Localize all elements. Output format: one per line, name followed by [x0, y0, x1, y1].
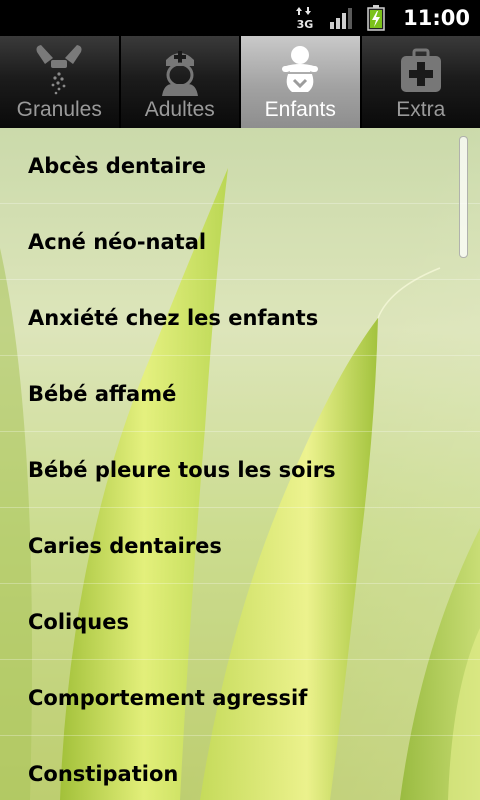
tab-adultes[interactable]: Adultes [121, 36, 241, 128]
list-item-label: Bébé affamé [28, 382, 177, 406]
list-item-label: Bébé pleure tous les soirs [28, 458, 336, 482]
tab-label: Granules [16, 98, 102, 121]
remedy-list: Abcès dentaire Acné néo-natal Anxiété ch… [0, 128, 480, 800]
data-transfer-icon: 3G [296, 7, 314, 31]
list-item-label: Acné néo-natal [28, 230, 207, 254]
list-item[interactable]: Acné néo-natal [0, 204, 480, 280]
first-aid-kit-icon [400, 48, 441, 92]
list-item[interactable]: Bébé affamé [0, 356, 480, 432]
pills-icon [36, 45, 82, 95]
tab-enfants[interactable]: Enfants [241, 36, 362, 128]
tab-extra[interactable]: Extra [362, 36, 480, 128]
tab-label: Enfants [264, 98, 336, 121]
baby-icon [282, 46, 319, 92]
list-item[interactable]: Abcès dentaire [0, 128, 480, 204]
list-item[interactable]: Caries dentaires [0, 508, 480, 584]
list-item-label: Comportement agressif [28, 686, 308, 710]
scrollbar[interactable] [459, 136, 468, 258]
list-item[interactable]: Bébé pleure tous les soirs [0, 432, 480, 508]
tab-label: Extra [396, 98, 446, 121]
status-time: 11:00 [403, 6, 470, 30]
list-item[interactable]: Comportement agressif [0, 660, 480, 736]
tab-granules[interactable]: Granules [0, 36, 121, 128]
tab-label: Adultes [144, 98, 215, 121]
list-item-label: Anxiété chez les enfants [28, 306, 319, 330]
tab-bar: Granules Adultes Enfants Extra [0, 36, 480, 128]
status-bar: 3G 11:00 [0, 0, 480, 36]
status-icons: 3G 11:00 [293, 0, 470, 36]
remedy-list-panel: Abcès dentaire Acné néo-natal Anxiété ch… [0, 128, 480, 800]
battery-charging-icon [367, 5, 385, 31]
app-screen: 3G 11:00 Granules Adultes Enfants Extra … [0, 0, 480, 800]
list-item-label: Caries dentaires [28, 534, 222, 558]
list-item-label: Constipation [28, 762, 179, 786]
list-item[interactable]: Anxiété chez les enfants [0, 280, 480, 356]
list-item[interactable]: Coliques [0, 584, 480, 660]
list-item[interactable]: Constipation [0, 736, 480, 800]
list-item-label: Coliques [28, 610, 129, 634]
list-item-label: Abcès dentaire [28, 154, 207, 178]
network-type-label: 3G [297, 18, 314, 31]
nurse-icon [161, 51, 198, 96]
signal-strength-icon [330, 8, 353, 29]
